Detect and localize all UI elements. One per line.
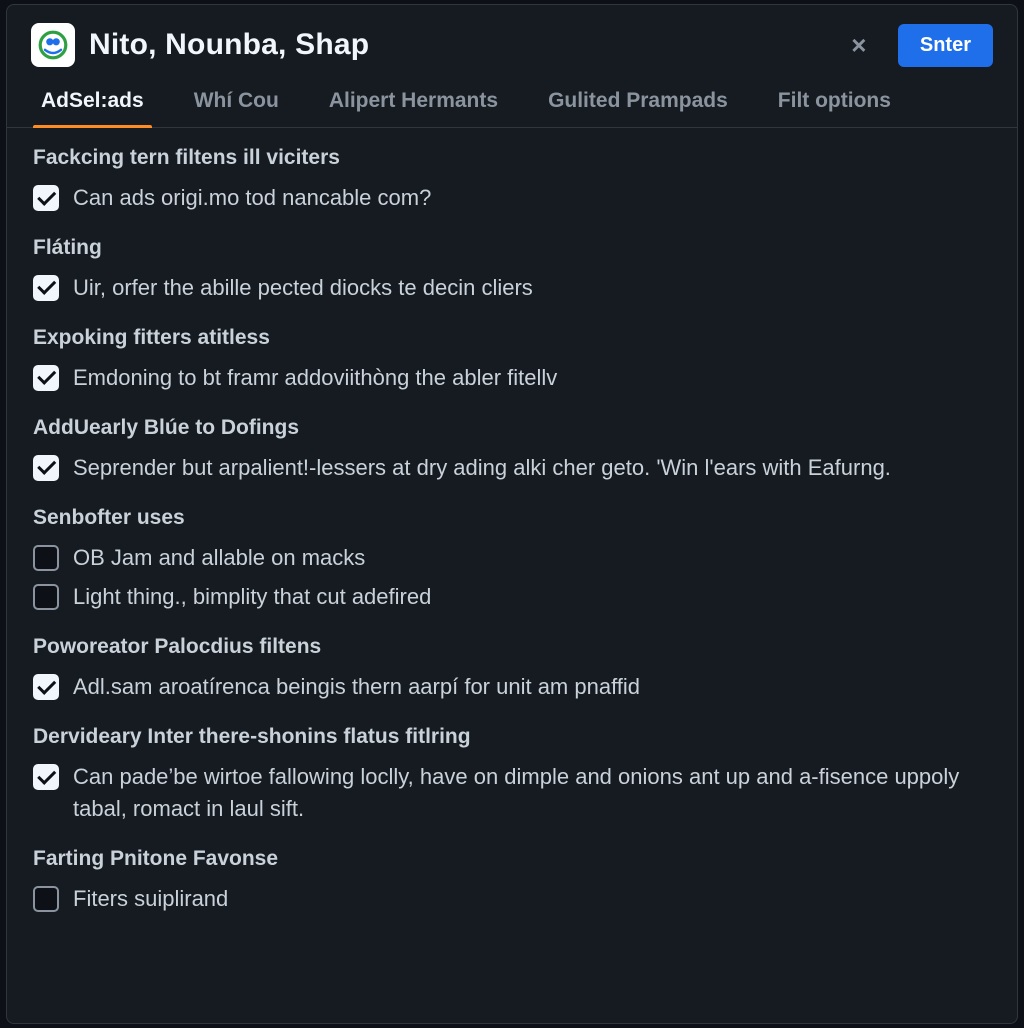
checkbox[interactable] xyxy=(33,455,59,481)
checkbox-label: OB Jam and allable on macks xyxy=(73,542,365,574)
checkbox-row[interactable]: Can ads origi.mo tod nancable com? xyxy=(33,182,991,214)
tab-alipert-hermants[interactable]: Alipert Hermants xyxy=(321,77,506,127)
primary-action-button[interactable]: Snter xyxy=(898,24,993,67)
checkbox-row[interactable]: Uir, orfer the abille pected diocks te d… xyxy=(33,272,991,304)
section: Farting Pnitone Favonse Fiters suipliran… xyxy=(33,847,991,915)
checkbox[interactable] xyxy=(33,764,59,790)
checkbox[interactable] xyxy=(33,886,59,912)
checkbox-label: Light thing., bimplity that cut adefired xyxy=(73,581,431,613)
section-title: Senbofter uses xyxy=(33,506,991,530)
checkbox-label: Can ads origi.mo tod nancable com? xyxy=(73,182,431,214)
header: Nito, Nounba, Shap × Snter xyxy=(7,5,1017,77)
checkbox-row[interactable]: Emdoning to bt framr addoviithòng the ab… xyxy=(33,362,991,394)
checkbox-label: Adl.sam aroatírenca beingis thern aarpí … xyxy=(73,671,640,703)
section-title: AddUearly Blúe to Dofings xyxy=(33,416,991,440)
checkbox[interactable] xyxy=(33,545,59,571)
section: Dervideary Inter there-shonins flatus fi… xyxy=(33,725,991,825)
section: Senbofter uses OB Jam and allable on mac… xyxy=(33,506,991,614)
settings-scroll-area[interactable]: Fackcing tern filtens ill viciters Can a… xyxy=(7,128,1017,1023)
checkbox[interactable] xyxy=(33,674,59,700)
checkbox-label: Fiters suiplirand xyxy=(73,883,228,915)
section-title: Dervideary Inter there-shonins flatus fi… xyxy=(33,725,991,749)
checkbox-label: Can pade’be wirtoe fallowing loclly, hav… xyxy=(73,761,991,825)
window-title: Nito, Nounba, Shap xyxy=(89,28,828,62)
checkbox[interactable] xyxy=(33,584,59,610)
tab-gulited-prampads[interactable]: Gulited Prampads xyxy=(540,77,736,127)
section-title: Fláting xyxy=(33,236,991,260)
checkbox-row[interactable]: Seprender but arpalient!-lessers at dry … xyxy=(33,452,991,484)
checkbox-row[interactable]: Fiters suiplirand xyxy=(33,883,991,915)
close-button[interactable]: × xyxy=(842,28,876,62)
checkbox-row[interactable]: OB Jam and allable on macks xyxy=(33,542,991,574)
section: AddUearly Blúe to Dofings Seprender but … xyxy=(33,416,991,484)
section: Expoking fitters atitless Emdoning to bt… xyxy=(33,326,991,394)
tab-whi-cou[interactable]: Whí Cou xyxy=(186,77,287,127)
tab-adsel-ads[interactable]: AdSel:ads xyxy=(33,77,152,127)
section: Poworeator Palocdius filtens Adl.sam aro… xyxy=(33,635,991,703)
checkbox[interactable] xyxy=(33,365,59,391)
checkbox[interactable] xyxy=(33,275,59,301)
checkbox-row[interactable]: Adl.sam aroatírenca beingis thern aarpí … xyxy=(33,671,991,703)
extension-window: Nito, Nounba, Shap × Snter AdSel:ads Whí… xyxy=(6,4,1018,1024)
section-title: Farting Pnitone Favonse xyxy=(33,847,991,871)
app-icon xyxy=(31,23,75,67)
section-title: Expoking fitters atitless xyxy=(33,326,991,350)
checkbox-label: Emdoning to bt framr addoviithòng the ab… xyxy=(73,362,557,394)
section: Fackcing tern filtens ill viciters Can a… xyxy=(33,146,991,214)
tab-filt-options[interactable]: Filt options xyxy=(770,77,899,127)
checkbox-row[interactable]: Light thing., bimplity that cut adefired xyxy=(33,581,991,613)
checkbox[interactable] xyxy=(33,185,59,211)
checkbox-row[interactable]: Can pade’be wirtoe fallowing loclly, hav… xyxy=(33,761,991,825)
section-title: Poworeator Palocdius filtens xyxy=(33,635,991,659)
section: Fláting Uir, orfer the abille pected dio… xyxy=(33,236,991,304)
checkbox-label: Seprender but arpalient!-lessers at dry … xyxy=(73,452,891,484)
tab-bar: AdSel:ads Whí Cou Alipert Hermants Gulit… xyxy=(7,77,1017,128)
section-title: Fackcing tern filtens ill viciters xyxy=(33,146,991,170)
checkbox-label: Uir, orfer the abille pected diocks te d… xyxy=(73,272,533,304)
